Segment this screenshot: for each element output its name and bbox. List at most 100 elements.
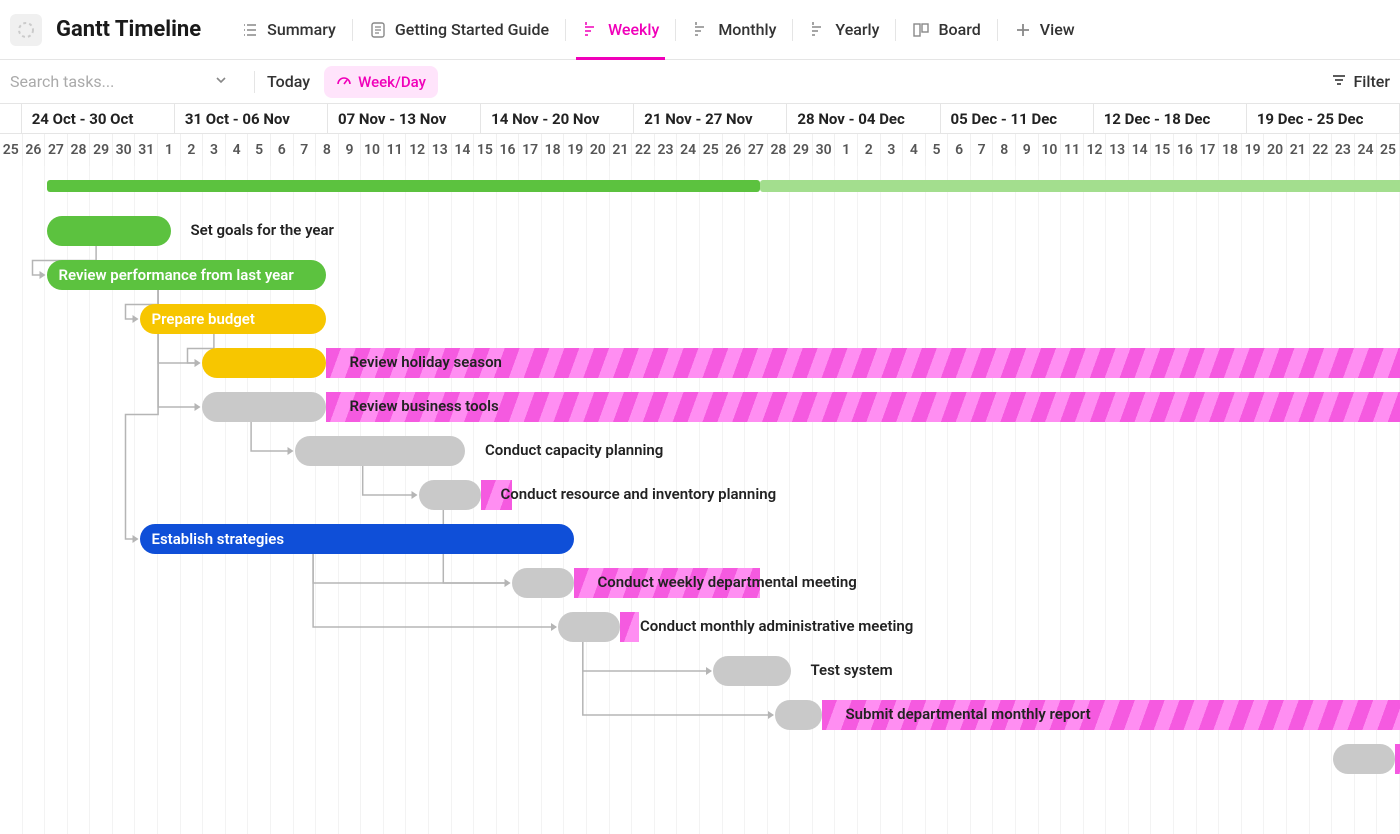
day-header: 29 [790,134,813,166]
list-icon [241,21,259,39]
task-bar-t1[interactable] [47,216,171,246]
task-bars: Set goals for the yearReview performance… [0,166,1400,834]
day-header: 25 [700,134,723,166]
tab-label: Weekly [608,20,659,39]
tab-label: Yearly [835,20,879,39]
tab-label: Board [938,20,980,39]
task-bar-t3[interactable]: Prepare budget [140,304,326,334]
view-tabs: Summary Getting Started Guide Weekly Monthl… [225,0,1091,59]
day-header: 22 [1310,134,1333,166]
zoom-label: Week/Day [358,73,426,91]
day-header: 9 [339,134,362,166]
tab-label: Monthly [718,20,776,39]
task-bar-t5[interactable] [202,392,326,422]
task-label: Review business tools [350,397,499,415]
task-bar-t13[interactable] [1333,744,1395,774]
day-header: 2 [858,134,881,166]
tab-guide[interactable]: Getting Started Guide [353,0,565,59]
day-header: 11 [1061,134,1084,166]
day-header: 27 [745,134,768,166]
search-input[interactable] [10,68,210,95]
toolbar: Today Week/Day Filter [0,60,1400,104]
day-header: 13 [429,134,452,166]
tab-yearly[interactable]: Yearly [793,0,895,59]
task-bar-t11[interactable] [713,656,791,686]
day-header: 24 [677,134,700,166]
tab-label: View [1040,20,1075,39]
summary-remaining-bar[interactable] [760,180,1400,192]
day-header: 10 [1039,134,1062,166]
board-icon [912,21,930,39]
task-label: Conduct resource and inventory planning [501,485,777,503]
day-header: 17 [1197,134,1220,166]
week-row: 24 Oct - 30 Oct31 Oct - 06 Nov07 Nov - 1… [0,104,1400,134]
week-header: 12 Dec - 18 Dec [1094,104,1247,133]
week-header: 19 Dec - 25 Dec [1247,104,1400,133]
search-dropdown-icon[interactable] [214,72,228,91]
day-header: 3 [881,134,904,166]
week-header: 24 Oct - 30 Oct [22,104,175,133]
tab-weekly[interactable]: Weekly [566,0,675,59]
day-header: 23 [1332,134,1355,166]
day-header: 10 [361,134,384,166]
day-header: 6 [948,134,971,166]
task-bar-t9[interactable] [512,568,574,598]
day-header: 14 [1129,134,1152,166]
day-header: 26 [723,134,746,166]
day-header: 25 [1377,134,1400,166]
page-title: Gantt Timeline [56,17,201,42]
top-bar: Gantt Timeline Summary Getting Started Gu… [0,0,1400,60]
day-header: 8 [316,134,339,166]
task-label: Review holiday season [350,353,502,371]
week-header: 31 Oct - 06 Nov [175,104,328,133]
pin-chart-icon [582,21,600,39]
tab-monthly[interactable]: Monthly [676,0,792,59]
day-header: 15 [474,134,497,166]
today-button[interactable]: Today [267,72,310,91]
day-header: 26 [23,134,46,166]
app-icon [10,14,42,46]
summary-progress-bar[interactable] [47,180,760,192]
gauge-icon [336,72,352,92]
day-header: 16 [497,134,520,166]
zoom-button[interactable]: Week/Day [324,66,438,98]
task-bar-t10[interactable] [558,612,620,642]
day-header: 5 [248,134,271,166]
task-bar-t6[interactable] [295,436,466,466]
day-header: 14 [452,134,475,166]
task-bar-t7[interactable] [419,480,481,510]
day-header: 28 [68,134,91,166]
day-header: 21 [1287,134,1310,166]
day-header: 7 [971,134,994,166]
tab-addview[interactable]: View [998,0,1091,59]
plus-icon [1014,21,1032,39]
pin-chart-icon [692,21,710,39]
tab-board[interactable]: Board [896,0,996,59]
tab-label: Getting Started Guide [395,20,549,39]
tab-label: Summary [267,20,336,39]
filter-button[interactable]: Filter [1331,72,1390,92]
day-header: 31 [135,134,158,166]
task-bar-t2[interactable]: Review performance from last year [47,260,326,290]
task-stripe[interactable] [1395,744,1400,774]
day-header: 19 [564,134,587,166]
day-header: 20 [1264,134,1287,166]
task-bar-t12[interactable] [775,700,822,730]
timeline-header: 24 Oct - 30 Oct31 Oct - 06 Nov07 Nov - 1… [0,104,1400,166]
gantt-chart[interactable]: Set goals for the yearReview performance… [0,166,1400,834]
day-header: 30 [113,134,136,166]
day-header: 11 [384,134,407,166]
day-header: 12 [406,134,429,166]
task-bar-t8[interactable]: Establish strategies [140,524,574,554]
task-label: Conduct weekly departmental meeting [598,573,857,591]
pin-chart-icon [809,21,827,39]
day-header: 28 [768,134,791,166]
day-header: 12 [1084,134,1107,166]
task-stripe[interactable] [620,612,639,642]
day-header: 30 [813,134,836,166]
task-bar-t4[interactable] [202,348,326,378]
day-header: 20 [587,134,610,166]
day-header: 13 [1106,134,1129,166]
day-header: 29 [90,134,113,166]
tab-summary[interactable]: Summary [225,0,352,59]
